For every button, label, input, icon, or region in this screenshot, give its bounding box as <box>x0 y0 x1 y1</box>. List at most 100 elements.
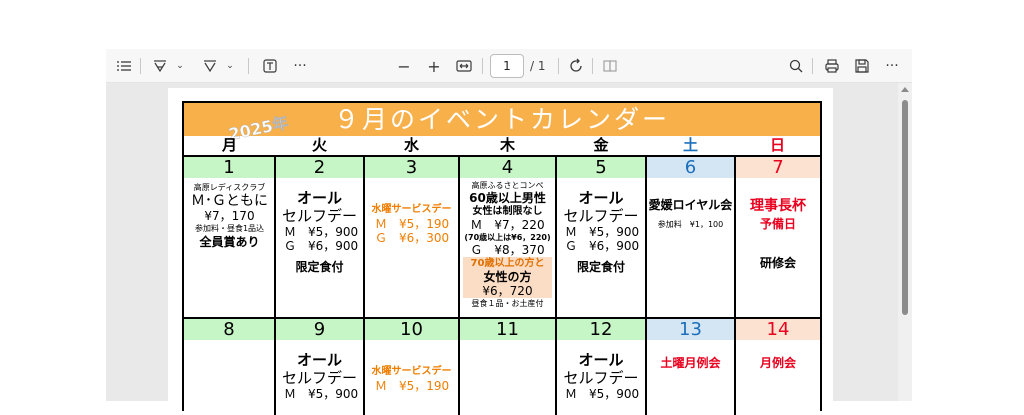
highlight-dropdown-chevron-icon[interactable]: ⌄ <box>174 56 186 76</box>
contents-list-icon[interactable] <box>114 56 134 76</box>
weekday-sun: 日 <box>769 136 785 154</box>
event-text: Ｍ ¥7，220 <box>470 218 545 232</box>
event-text: 月例会 <box>759 356 796 370</box>
date-cell: 5 <box>557 157 645 178</box>
more-tools-icon[interactable]: ··· <box>290 56 310 76</box>
print-icon[interactable] <box>822 56 842 76</box>
date-cell: 4 <box>460 157 555 178</box>
event-text: Ｍ･Ｇともに <box>191 193 268 209</box>
date-cell: 13 <box>647 319 734 340</box>
zoom-in-icon[interactable]: + <box>426 56 442 76</box>
event-cell-thu-4: 高原ふるさとコンペ 60歳以上男性 女性は制限なし Ｍ ¥7，220 (70歳以… <box>460 179 555 309</box>
grid-line <box>555 155 557 415</box>
event-text: Ｍ ¥5，900 <box>284 387 359 401</box>
settings-more-icon[interactable]: ··· <box>882 56 902 76</box>
event-calendar: ９月のイベントカレンダー 2025年 月 火 水 木 金 土 日 1 2 3 4 <box>182 101 822 415</box>
event-text: 参加料 ¥1，100 <box>657 220 724 229</box>
date-cell: 14 <box>736 319 820 340</box>
event-text: ¥6，720 <box>482 284 533 298</box>
date-cell: 7 <box>736 157 820 178</box>
weekday-header-row: 月 火 水 木 金 土 日 <box>184 136 820 155</box>
grid-line <box>734 155 736 415</box>
event-text: セルフデー <box>563 207 639 225</box>
grid-line <box>645 155 647 415</box>
event-cell-tue-2: オール セルフデー Ｍ ¥5，900 Ｇ ¥6，900 限定食付 <box>276 179 363 275</box>
event-text: セルフデー <box>281 369 357 387</box>
weekday-wed: 水 <box>403 136 419 154</box>
event-text: Ｇ ¥8，370 <box>470 243 545 257</box>
grid-line <box>363 155 365 415</box>
zoom-out-icon[interactable]: − <box>396 56 412 76</box>
event-text: Ｇ ¥6，300 <box>375 231 450 245</box>
document-area[interactable]: ９月のイベントカレンダー 2025年 月 火 水 木 金 土 日 1 2 3 4 <box>106 83 912 415</box>
event-text: 女性の方 <box>483 270 532 284</box>
event-cell-tue-9: オール セルフデー Ｍ ¥5，900 <box>276 341 363 401</box>
text-box-icon[interactable] <box>260 56 280 76</box>
date-cell: 9 <box>276 319 363 340</box>
event-text: Ｍ ¥5，900 <box>565 387 640 401</box>
event-text: Ｍ ¥5，190 <box>375 217 450 231</box>
scrollbar-thumb[interactable] <box>902 100 908 315</box>
fit-to-page-icon[interactable] <box>454 56 474 76</box>
date-cell: 12 <box>557 319 645 340</box>
toolbar-divider <box>812 58 813 74</box>
event-text: Ｍ ¥5，190 <box>375 379 450 393</box>
event-text: 高原レディスクラブ <box>193 183 266 192</box>
event-text: 60歳以上男性 <box>469 191 546 205</box>
event-cell-sat-6: 愛媛ロイヤル会 参加料 ¥1，100 <box>647 179 734 231</box>
elder-women-price-box: 70歳以上の方と 女性の方 ¥6，720 <box>463 257 552 298</box>
event-cell-mon-1: 高原レディスクラブ Ｍ･Ｇともに ¥7，170 参加料・昼食1品込 全員賞あり <box>184 179 275 250</box>
event-text: 全員賞あり <box>199 235 260 249</box>
pdf-toolbar: ⌄ ⌄ ··· − + 1 / 1 ··· <box>106 49 912 83</box>
date-cell: 11 <box>460 319 555 340</box>
event-text: 水曜サービスデー <box>371 366 452 377</box>
date-cell: 2 <box>276 157 363 178</box>
event-text: オール <box>578 351 624 369</box>
pdf-viewer: ⌄ ⌄ ··· − + 1 / 1 ··· ９月のイベントカレンダー 2025年… <box>106 49 912 415</box>
event-cell-sun-14: 月例会 <box>736 341 820 372</box>
event-text: (70歳以上は¥6，220) <box>464 233 551 242</box>
event-text: 予備日 <box>759 217 796 231</box>
two-page-view-icon[interactable] <box>600 56 620 76</box>
highlight-icon[interactable] <box>150 56 170 76</box>
event-text: 限定食付 <box>295 260 344 274</box>
pdf-page: ９月のイベントカレンダー 2025年 月 火 水 木 金 土 日 1 2 3 4 <box>168 88 833 415</box>
event-cell-wed-3: 水曜サービスデー Ｍ ¥5，190 Ｇ ¥6，300 <box>365 179 458 245</box>
toolbar-divider <box>558 58 559 74</box>
search-icon[interactable] <box>786 56 806 76</box>
event-text: 女性は制限なし <box>472 206 543 217</box>
toolbar-divider <box>248 58 249 74</box>
event-text: 昼食１品・お土産付 <box>471 299 544 308</box>
event-text: 高原ふるさとコンペ <box>471 181 544 190</box>
grid-line <box>458 155 460 415</box>
event-text: 愛媛ロイヤル会 <box>648 198 733 212</box>
weekday-fri: 金 <box>593 136 609 154</box>
event-text: Ｍ ¥5，900 <box>284 225 359 239</box>
event-text: オール <box>296 189 342 207</box>
event-cell-sun-7: 理事長杯 予備日 研修会 <box>736 179 820 271</box>
event-cell-wed-10: 水曜サービスデー Ｍ ¥5，190 <box>365 341 458 393</box>
weekday-sat: 土 <box>682 136 698 154</box>
event-text: 限定食付 <box>576 260 625 274</box>
event-text: ¥7，170 <box>204 209 255 223</box>
event-text: セルフデー <box>281 207 357 225</box>
event-text: 土曜月例会 <box>660 356 721 370</box>
event-text: オール <box>296 351 342 369</box>
event-text: セルフデー <box>563 369 639 387</box>
event-text: 参加料・昼食1品込 <box>194 224 265 233</box>
save-icon[interactable] <box>852 56 872 76</box>
event-text: 70歳以上の方と <box>470 258 545 269</box>
toolbar-divider <box>140 58 141 74</box>
page-number-input[interactable]: 1 <box>490 54 524 78</box>
vertical-scrollbar[interactable] <box>898 83 912 401</box>
draw-dropdown-chevron-icon[interactable]: ⌄ <box>224 56 236 76</box>
date-cell: 8 <box>184 319 274 340</box>
event-text: 理事長杯 <box>750 198 806 214</box>
rotate-icon[interactable] <box>566 56 586 76</box>
draw-icon[interactable] <box>200 56 220 76</box>
event-cell-fri-5: オール セルフデー Ｍ ¥5，900 Ｇ ¥6，900 限定食付 <box>557 179 645 275</box>
date-cell: 1 <box>184 157 274 178</box>
scroll-up-arrow-icon[interactable] <box>901 87 909 92</box>
page-total: / 1 <box>530 59 546 73</box>
toolbar-divider <box>592 58 593 74</box>
